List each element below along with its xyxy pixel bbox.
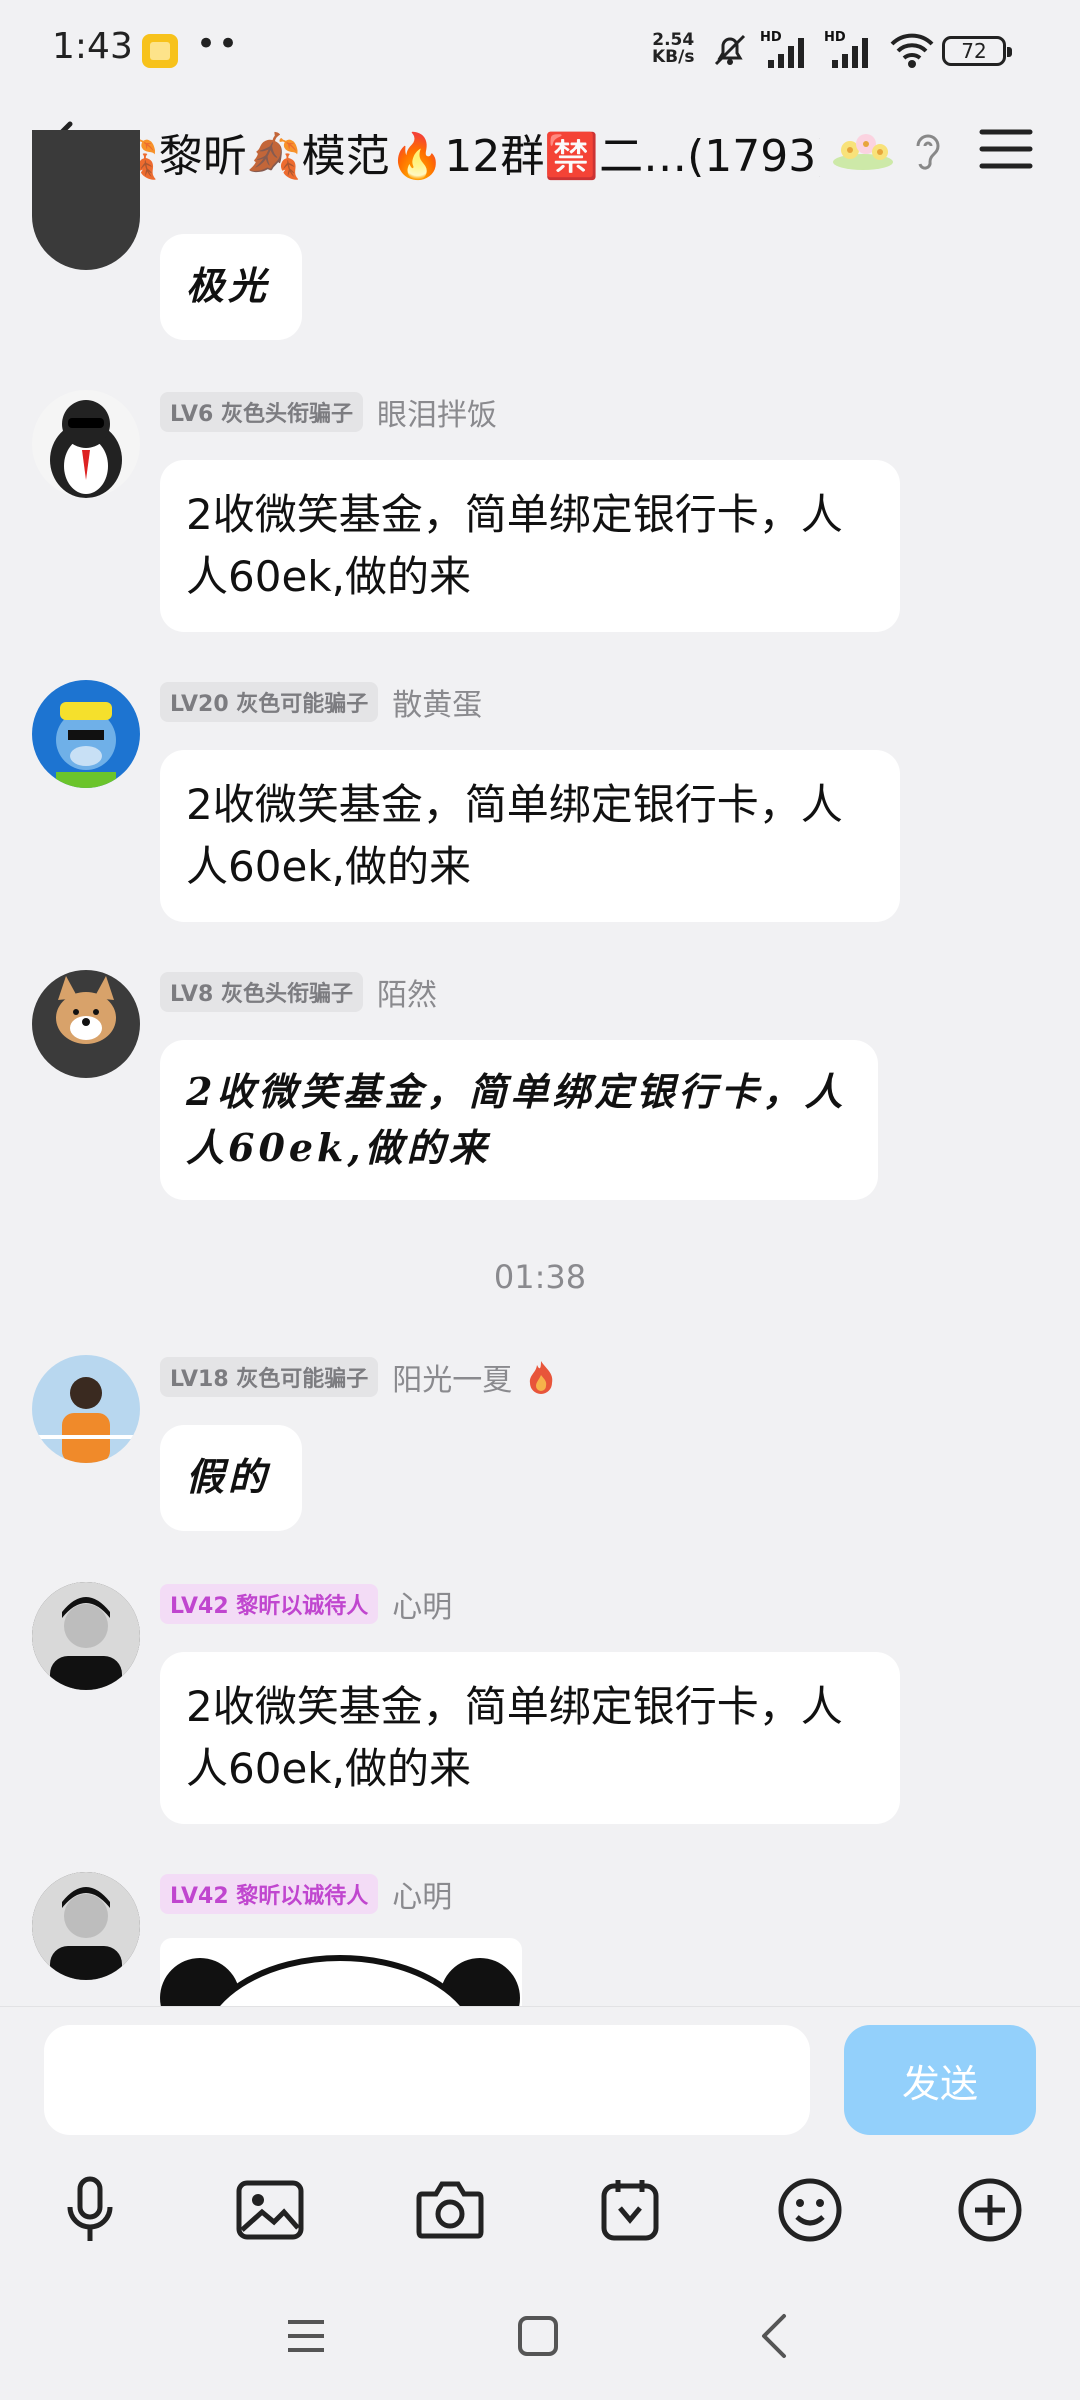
avatar[interactable]	[32, 1872, 140, 1980]
penguin-avatar-icon	[50, 400, 122, 498]
avatar[interactable]	[32, 390, 140, 498]
avatar[interactable]	[32, 130, 140, 270]
image-button[interactable]	[228, 2168, 312, 2252]
voice-button[interactable]	[48, 2168, 132, 2252]
plus-icon	[958, 2178, 1022, 2242]
sticker-button[interactable]	[588, 2168, 672, 2252]
message-meta: LV20 灰色可能骗子 散黄蛋	[160, 680, 482, 724]
level-badge[interactable]: LV6 灰色头衔骗子	[160, 392, 363, 432]
emoji-icon	[778, 2178, 842, 2242]
ape-avatar-icon	[56, 702, 116, 788]
system-nav-bar	[0, 2260, 1080, 2400]
signal-2: HD	[824, 30, 878, 70]
avatar[interactable]	[32, 1355, 140, 1463]
level-badge[interactable]: LV20 灰色可能骗子	[160, 682, 379, 722]
input-bar: 发送	[0, 2006, 1080, 2171]
nav-home-button[interactable]	[508, 2306, 568, 2366]
more-button[interactable]	[948, 2168, 1032, 2252]
dog-avatar-icon	[56, 976, 116, 1044]
sender-name[interactable]: 心明	[392, 1582, 452, 1626]
camera-button[interactable]	[408, 2168, 492, 2252]
input-toolbar	[0, 2160, 1080, 2260]
avatar[interactable]	[32, 1582, 140, 1690]
sender-name[interactable]: 眼泪拌饭	[377, 390, 497, 434]
message-bubble[interactable]: 极光	[160, 234, 302, 340]
status-bar: 1:43 •• 2.54 KB/s HD HD 72	[0, 0, 1080, 100]
level-badge[interactable]: LV18 灰色可能骗子	[160, 1357, 379, 1397]
flower-badge-icon[interactable]	[828, 126, 898, 172]
sender-name[interactable]: 陌然	[377, 970, 437, 1014]
group-title[interactable]: 🍂黎昕🍂模范🔥12群🈲二…(1793)	[104, 120, 820, 184]
level-badge[interactable]: LV8 灰色头衔骗子	[160, 972, 363, 1012]
nav-menu-icon	[288, 2320, 324, 2352]
menu-icon[interactable]	[978, 124, 1034, 174]
sticker-icon	[601, 2180, 659, 2241]
message-bubble[interactable]: 2收微笑基金，简单绑定银行卡，人人60ek,做的来	[160, 1652, 900, 1824]
mute-icon	[714, 34, 746, 66]
panda-sticker-icon	[160, 1955, 520, 2006]
notes-app-icon	[142, 34, 178, 68]
nav-menu-button[interactable]	[276, 2306, 336, 2366]
person-avatar-icon	[32, 1377, 140, 1463]
status-icons: HD HD	[710, 30, 936, 70]
nav-back-button[interactable]	[744, 2306, 804, 2366]
nav-home-icon	[518, 2316, 558, 2356]
chat-header: 🍂黎昕🍂模范🔥12群🈲二…(1793)	[0, 100, 1080, 200]
message-meta: LV42 黎昕以诚待人 心明	[160, 1872, 452, 1916]
message-meta: LV6 灰色头衔骗子 眼泪拌饭	[160, 390, 497, 434]
message-meta: LV42 黎昕以诚待人 心明	[160, 1582, 452, 1626]
emoji-button[interactable]	[768, 2168, 852, 2252]
image-message[interactable]	[160, 1938, 522, 2006]
avatar[interactable]	[32, 970, 140, 1078]
signal-1: HD	[760, 30, 814, 70]
more-notifications-icon: ••	[196, 24, 241, 64]
send-button[interactable]: 发送	[844, 2025, 1036, 2135]
wifi-icon	[890, 33, 934, 68]
sender-name[interactable]: 阳光一夏	[392, 1355, 512, 1399]
message-bubble[interactable]: 2收微笑基金，简单绑定银行卡，人人60ek,做的来	[160, 1040, 878, 1200]
message-input[interactable]	[44, 2025, 810, 2135]
network-speed: 2.54 KB/s	[652, 32, 694, 66]
fire-icon	[530, 1361, 553, 1394]
image-icon	[236, 2180, 304, 2240]
camera-icon	[416, 2181, 484, 2239]
sender-name[interactable]: 心明	[392, 1872, 452, 1916]
signal-2-icon	[832, 38, 868, 68]
message-meta: LV18 灰色可能骗子 阳光一夏	[160, 1355, 556, 1399]
man-avatar-icon	[32, 1872, 140, 1980]
level-badge[interactable]: LV42 黎昕以诚待人	[160, 1584, 379, 1624]
nav-back-icon	[762, 2314, 786, 2358]
ear-icon[interactable]	[910, 128, 946, 172]
message-bubble[interactable]: 假的	[160, 1425, 302, 1531]
message-meta: LV8 灰色头衔骗子 陌然	[160, 970, 437, 1014]
sender-name[interactable]: 散黄蛋	[392, 680, 482, 724]
message-timestamp: 01:38	[493, 1258, 587, 1296]
man-avatar-icon	[32, 1582, 140, 1690]
level-badge[interactable]: LV42 黎昕以诚待人	[160, 1874, 379, 1914]
status-time: 1:43	[52, 26, 133, 67]
message-bubble[interactable]: 2收微笑基金，简单绑定银行卡，人人60ek,做的来	[160, 460, 900, 632]
message-bubble[interactable]: 2收微笑基金，简单绑定银行卡，人人60ek,做的来	[160, 750, 900, 922]
mic-icon	[67, 2176, 113, 2241]
signal-1-icon	[768, 38, 804, 68]
battery-indicator: 72	[942, 36, 1012, 66]
network-speed-unit: KB/s	[652, 47, 695, 67]
avatar[interactable]	[32, 680, 140, 788]
